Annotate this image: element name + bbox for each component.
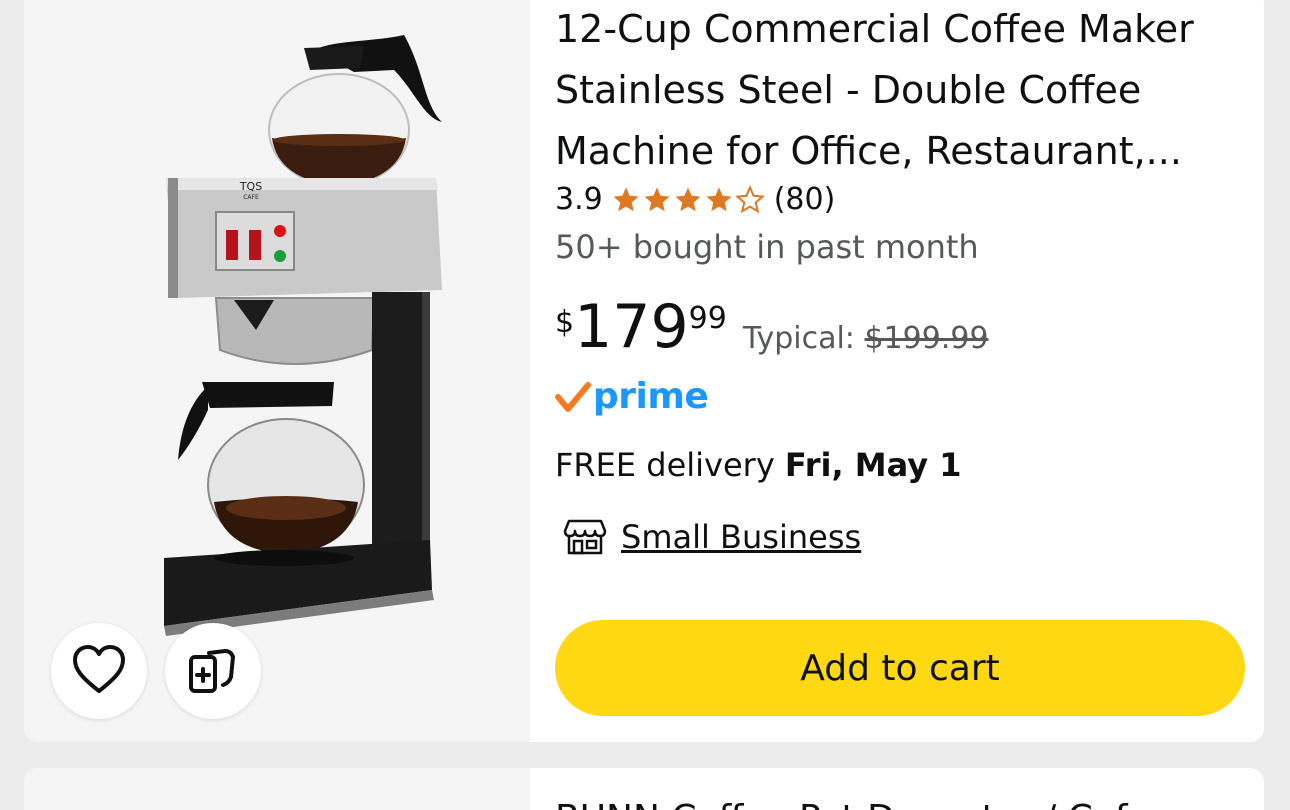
compare-button[interactable] <box>165 623 261 719</box>
star-full-icon <box>644 187 670 211</box>
price-whole: 179 <box>574 292 689 362</box>
product-card[interactable]: TQS CAFE 12-Cup Commercial Coffee Maker … <box>24 0 1264 742</box>
star-empty-icon <box>734 184 765 213</box>
star-rating <box>611 184 766 215</box>
typical-price-value: $199.99 <box>864 321 989 356</box>
typical-price: Typical: $199.99 <box>743 321 989 356</box>
delivery-info: FREE delivery Fri, May 1 <box>555 446 962 484</box>
rating-value: 3.9 <box>555 182 603 217</box>
delivery-date: Fri, May 1 <box>784 446 962 484</box>
star-full-icon <box>613 187 639 211</box>
prime-badge: prime <box>555 376 709 417</box>
compare-icon <box>189 648 236 693</box>
next-product-image-pane[interactable] <box>24 768 530 810</box>
product-image-pane[interactable]: TQS CAFE <box>24 0 530 742</box>
typical-label: Typical: <box>742 321 855 356</box>
brand-text: TQS <box>239 180 262 193</box>
price-symbol: $ <box>555 305 575 340</box>
small-business-link[interactable]: Small Business <box>621 518 861 556</box>
small-business-badge[interactable]: Small Business <box>563 517 861 557</box>
add-to-cart-button[interactable]: Add to cart <box>555 620 1245 716</box>
product-title[interactable]: 12-Cup Commercial Coffee Maker Stainless… <box>555 0 1235 182</box>
next-product-card[interactable]: BUNN Coffee Pot Decanter / Cof... <box>24 768 1264 810</box>
heart-icon <box>73 645 125 693</box>
check-icon <box>555 381 591 412</box>
star-full-icon <box>706 187 732 211</box>
price: $ 179 99 Typical: $199.99 <box>555 295 989 359</box>
brand-subtext: CAFE <box>243 194 259 201</box>
favorite-button[interactable] <box>51 623 147 719</box>
bought-count: 50+ bought in past month <box>555 228 979 266</box>
next-product-title[interactable]: BUNN Coffee Pot Decanter / Cof... <box>555 798 1159 810</box>
star-full-icon <box>675 187 701 211</box>
price-fraction: 99 <box>688 301 727 336</box>
product-image[interactable]: TQS CAFE <box>124 30 454 670</box>
store-icon <box>563 519 607 555</box>
delivery-prefix: FREE delivery <box>555 446 775 484</box>
rating-row[interactable]: 3.9 (80) <box>555 182 835 217</box>
prime-label: prime <box>593 376 709 417</box>
review-count[interactable]: (80) <box>774 182 836 217</box>
